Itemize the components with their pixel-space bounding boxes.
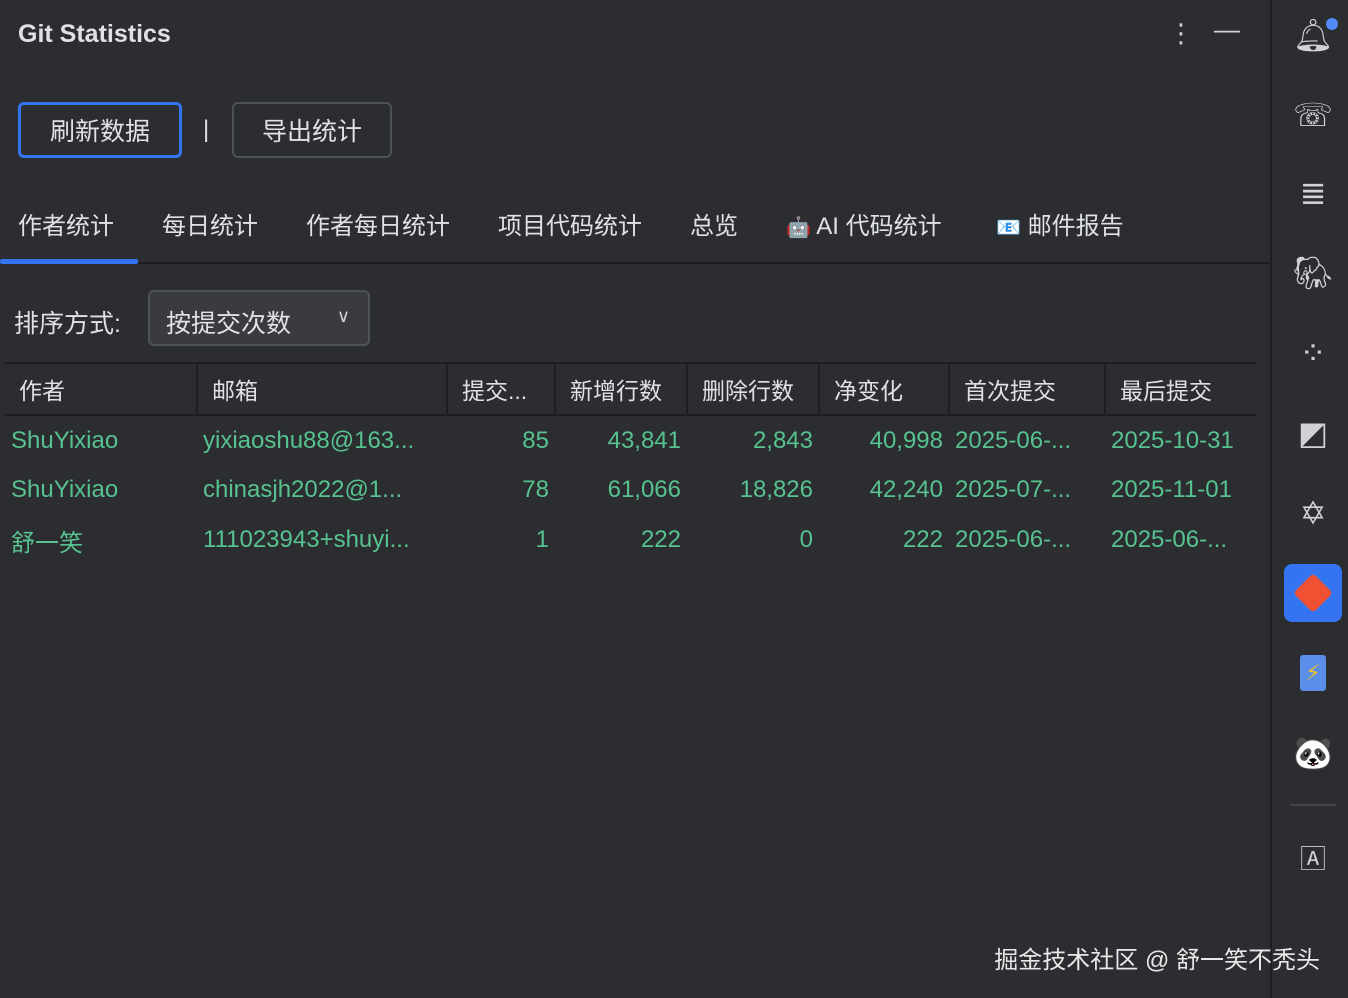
table-row[interactable]: ShuYixiao yixiaoshu88@163... 85 43,841 2,843… (5, 415, 1257, 465)
minimize-icon[interactable]: — (1214, 14, 1240, 45)
table-cell: 2025-07-... (955, 476, 1072, 503)
git-statistics-icon[interactable] (1284, 564, 1342, 622)
table-cell: 43,841 (607, 426, 681, 454)
tab-daily-stats[interactable]: 每日统计 (162, 206, 258, 241)
table-cell: 78 (522, 476, 549, 503)
table-cell: chinasjh2022@1... (203, 476, 403, 503)
right-tool-rail: 🔔︎ ☏ ≣ 🐘︎ ⁘ ◩ ✡ ⚡︎ 🐼 🄰 (1270, 0, 1348, 998)
tab-email-report[interactable]: 📧 邮件报告 (996, 206, 1124, 241)
table-cell: ShuYixiao (11, 426, 119, 454)
tab-label: AI 代码统计 (816, 213, 942, 240)
table-cell: 2025-11-01 (1111, 476, 1232, 503)
ai-chat-icon[interactable]: ☏ (1284, 86, 1342, 144)
database-icon[interactable]: ≣ (1284, 164, 1342, 222)
tab-author-stats[interactable]: 作者统计 (18, 206, 114, 241)
table-cell: 2,843 (752, 426, 813, 454)
table-cell: 18,826 (739, 476, 813, 503)
table-cell: ShuYixiao (11, 476, 119, 503)
table-cell: 1 (535, 526, 549, 553)
table-row[interactable]: 舒一笑 111023943+shuyi... 1 222 0 222 2025-06-...… (5, 515, 1257, 565)
column-header[interactable]: 首次提交 (949, 362, 1106, 416)
tab-bar: 作者统计 每日统计 作者每日统计 项目代码统计 总览 🤖 AI 代码统计 📧 邮… (0, 190, 1270, 264)
tab-label: 每日统计 (162, 213, 258, 240)
panel-title: Git Statistics (18, 20, 171, 48)
active-tab-indicator (0, 259, 138, 264)
table-cell: 222 (902, 526, 943, 553)
tab-label: 作者每日统计 (306, 213, 450, 240)
tab-label: 作者统计 (18, 213, 114, 240)
column-header[interactable]: 邮箱 (197, 362, 448, 416)
watermark: 掘金技术社区 @ 舒一笑不秃头 (994, 947, 1320, 974)
sort-value: 按提交次数 (166, 310, 292, 338)
table-cell: 85 (522, 426, 549, 454)
tab-label: 邮件报告 (1027, 213, 1124, 240)
refresh-data-button[interactable]: 刷新数据 (18, 102, 182, 158)
robot-icon: 🤖 (786, 217, 811, 239)
table-cell: 2025-06-... (1111, 526, 1228, 553)
table-cell: 舒一笑 (11, 529, 83, 557)
power-tool-icon[interactable]: ⚡︎ (1284, 644, 1342, 702)
rail-divider (1290, 804, 1336, 806)
sort-select[interactable]: 按提交次数 ∨ (148, 290, 370, 346)
table-cell: 111023943+shuyi... (203, 526, 410, 553)
notification-badge (1326, 18, 1338, 30)
column-header[interactable]: 净变化 (819, 362, 950, 416)
checkerboard-tool-icon[interactable]: ◩ (1284, 404, 1342, 462)
export-stats-button[interactable]: 导出统计 (232, 102, 392, 158)
table-cell: yixiaoshu88@163... (203, 426, 415, 454)
table-cell: 42,240 (869, 476, 943, 503)
tab-overview[interactable]: 总览 (690, 206, 738, 241)
tab-label: 项目代码统计 (498, 213, 642, 240)
more-vertical-icon[interactable]: ⋮ (1168, 18, 1194, 49)
author-stats-table: 作者 邮箱 提交... 新增行数 删除行数 净变化 首次提交 最后提交 ShuYixiao yi… (5, 362, 1257, 565)
tab-author-daily-stats[interactable]: 作者每日统计 (306, 206, 450, 241)
column-header[interactable]: 作者 (5, 362, 198, 416)
table-cell: 222 (640, 526, 681, 553)
plugin-dots-icon[interactable]: ⁘ (1284, 324, 1342, 382)
column-header[interactable]: 删除行数 (687, 362, 820, 416)
tab-project-code-stats[interactable]: 项目代码统计 (498, 206, 642, 241)
sort-label: 排序方式: (14, 310, 121, 338)
notifications-bell-icon[interactable]: 🔔︎ (1284, 6, 1342, 64)
git-statistics-panel: Git Statistics ⋮ — 刷新数据 | 导出统计 作者统计 每日统计… (0, 0, 1270, 998)
gradle-elephant-icon[interactable]: 🐘︎ (1284, 244, 1342, 302)
table-cell: 0 (799, 526, 813, 553)
table-header-row: 作者 邮箱 提交... 新增行数 删除行数 净变化 首次提交 最后提交 (5, 362, 1257, 416)
mail-icon: 📧 (996, 217, 1021, 239)
table-cell: 61,066 (607, 476, 681, 503)
column-header[interactable]: 最后提交 (1105, 362, 1257, 416)
table-cell: 2025-06-... (955, 426, 1072, 454)
translate-book-icon[interactable]: 🄰 (1284, 828, 1342, 886)
column-header[interactable]: 提交... (447, 362, 556, 416)
column-header[interactable]: 新增行数 (555, 362, 688, 416)
tab-label: 总览 (690, 213, 738, 240)
chevron-down-icon: ∨ (336, 306, 350, 326)
toolbar-separator: | (203, 116, 210, 143)
tab-ai-code-stats[interactable]: 🤖 AI 代码统计 (786, 206, 942, 241)
star-tool-icon[interactable]: ✡ (1284, 484, 1342, 542)
table-cell: 2025-10-31 (1111, 426, 1234, 454)
table-cell: 2025-06-... (955, 526, 1072, 553)
table-cell: 40,998 (869, 426, 943, 454)
panda-icon[interactable]: 🐼 (1284, 724, 1342, 782)
table-row[interactable]: ShuYixiao chinasjh2022@1... 78 61,066 18,826… (5, 465, 1257, 515)
